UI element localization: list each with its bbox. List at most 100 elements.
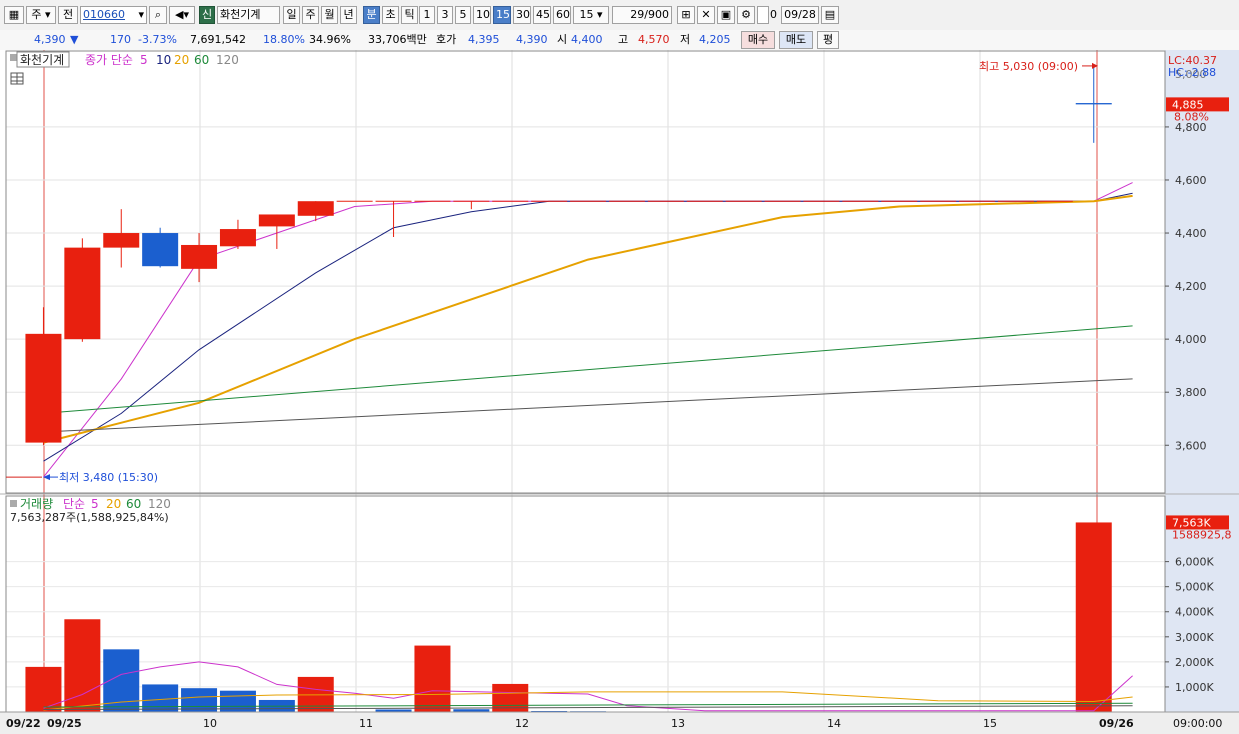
volume-legend-period-20: 20 (106, 497, 121, 511)
ask-price: 4,395 (468, 33, 500, 46)
y-tick-label: 4,200 (1175, 280, 1207, 293)
toolbar: ▦ 주 ▾ 전 010660 ▾ ⌕ ◀▾ 신 화천기계 일주월년분초틱 1351… (0, 0, 1239, 31)
hc-label: HC:-2.88 (1168, 66, 1216, 79)
interval-tab-3[interactable]: 3 (437, 6, 453, 24)
interval-tab-30[interactable]: 30 (513, 6, 531, 24)
legend-ma-period-20: 20 (174, 53, 189, 67)
date-field[interactable]: 09/28 (781, 6, 819, 24)
period-select-value: 주 (31, 8, 42, 21)
volume-legend-period-5: 5 (91, 497, 99, 511)
buy-button[interactable]: 매수 (741, 31, 775, 49)
legend-bullet (10, 500, 17, 507)
interval-tab-5[interactable]: 5 (455, 6, 471, 24)
x-axis-label: 09/22 (6, 717, 41, 730)
volume-legend-ma-label: 단순 (63, 497, 85, 511)
volume-tick-label: 4,000K (1175, 606, 1214, 619)
legend-ma-period-5: 5 (140, 53, 148, 67)
x-axis-label: 09/25 (47, 717, 82, 730)
interval-tab-10[interactable]: 10 (473, 6, 491, 24)
volume-info: 7,563,287주(1,588,925,84%) (10, 511, 169, 524)
stock-name-field[interactable]: 화천기계 (217, 6, 280, 24)
interval-tab-60[interactable]: 60 (553, 6, 571, 24)
save-icon[interactable]: ▣ (717, 6, 735, 24)
volume-bar (64, 619, 101, 712)
count-field[interactable]: 29/900 (612, 6, 672, 24)
volume-legend-period-120: 120 (148, 497, 171, 511)
cross-icon[interactable]: ✕ (697, 6, 715, 24)
high-label: 고 (618, 33, 629, 46)
candle-icon[interactable]: ⊞ (677, 6, 695, 24)
volume-bar (1075, 522, 1112, 712)
ratio-1: 18.80% (263, 33, 305, 46)
gear-icon[interactable]: ⚙ (737, 6, 755, 24)
volume-legend-name: 거래량 (20, 497, 53, 511)
sell-button[interactable]: 매도 (779, 31, 813, 49)
x-axis-label: 09/26 (1099, 717, 1134, 730)
candle-body (297, 201, 334, 216)
search-icon[interactable]: ⌕ (149, 6, 167, 24)
open-price: 4,400 (571, 33, 603, 46)
volume-tick-label: 3,000K (1175, 631, 1214, 644)
y-tick-label: 4,600 (1175, 174, 1207, 187)
volume-bar (25, 666, 62, 712)
y-tick-label: 4,400 (1175, 227, 1207, 240)
legend-ma-period-60: 60 (194, 53, 209, 67)
y-tick-label: 3,600 (1175, 439, 1207, 452)
period-tab-3[interactable]: 년 (340, 6, 357, 24)
chevron-down-icon[interactable]: ▾ (138, 7, 144, 23)
volume-tick-label: 2,000K (1175, 656, 1214, 669)
calendar-icon[interactable]: ▤ (821, 6, 839, 24)
period-tab-5[interactable]: 초 (382, 6, 399, 24)
avg-button[interactable]: 평 (817, 31, 839, 49)
y-tick-label: 4,000 (1175, 333, 1207, 346)
candle-body (25, 333, 62, 443)
candle-body (64, 247, 101, 340)
speaker-icon[interactable]: ◀▾ (169, 6, 195, 24)
volume-tick-label: 6,000K (1175, 556, 1214, 569)
x-axis-label: 14 (827, 717, 841, 730)
zero-checkbox[interactable] (757, 6, 769, 24)
bid-price: 4,390 (516, 33, 548, 46)
current-volume-sub-label: 1588925,8 (1172, 528, 1232, 541)
period-tab-6[interactable]: 틱 (401, 6, 418, 24)
period-tab-0[interactable]: 일 (283, 6, 300, 24)
y-tick-label: 3,800 (1175, 386, 1207, 399)
period-tab-1[interactable]: 주 (302, 6, 319, 24)
legend-ma-label: 종가 단순 (85, 53, 133, 67)
x-axis-label: 10 (203, 717, 217, 730)
interval-select[interactable]: 15 ▾ (573, 6, 609, 24)
down-arrow-icon: ▼ (70, 33, 79, 46)
volume-tick-label: 1,000K (1175, 681, 1214, 694)
legend-ma-period-10: 10 (156, 53, 171, 67)
trade-amount: 33,706백만 (368, 33, 427, 46)
max-price-annotation: 최고 5,030 (09:00) (979, 60, 1078, 73)
low-price: 4,205 (699, 33, 731, 46)
legend-bullet (10, 54, 17, 61)
prev-button[interactable]: 전 (58, 6, 78, 24)
price-change-pct: -3.73% (138, 33, 177, 46)
interval-tab-45[interactable]: 45 (533, 6, 551, 24)
stock-code-input[interactable]: 010660 ▾ (80, 6, 147, 24)
min-price-annotation: 최저 3,480 (15:30) (59, 471, 158, 484)
interval-tab-15[interactable]: 15 (493, 6, 511, 24)
x-axis-label: 13 (671, 717, 685, 730)
open-label: 시 (557, 33, 568, 46)
candle-body (258, 214, 295, 227)
candle-body (181, 244, 218, 269)
period-tab-4[interactable]: 분 (363, 6, 380, 24)
x-axis-label: 12 (515, 717, 529, 730)
volume-legend-period-60: 60 (126, 497, 141, 511)
stock-chart[interactable]: 4,8004,6004,4004,2004,0003,8003,6005,000… (0, 50, 1239, 734)
chart-settings-icon[interactable]: ▦ (4, 6, 24, 24)
period-tab-2[interactable]: 월 (321, 6, 338, 24)
hoga-label: 호가 (436, 33, 457, 46)
current-price: 4,390 (34, 33, 66, 46)
stock-code-value: 010660 (83, 8, 125, 21)
period-select[interactable]: 주 ▾ (26, 6, 56, 24)
volume-tick-label: 5,000K (1175, 581, 1214, 594)
x-axis-time-label: 09:00:00 (1173, 717, 1222, 730)
legend-ma-period-120: 120 (216, 53, 239, 67)
zero-check-label: 0 (770, 8, 777, 21)
interval-tab-1[interactable]: 1 (419, 6, 435, 24)
candle-body (103, 233, 140, 248)
